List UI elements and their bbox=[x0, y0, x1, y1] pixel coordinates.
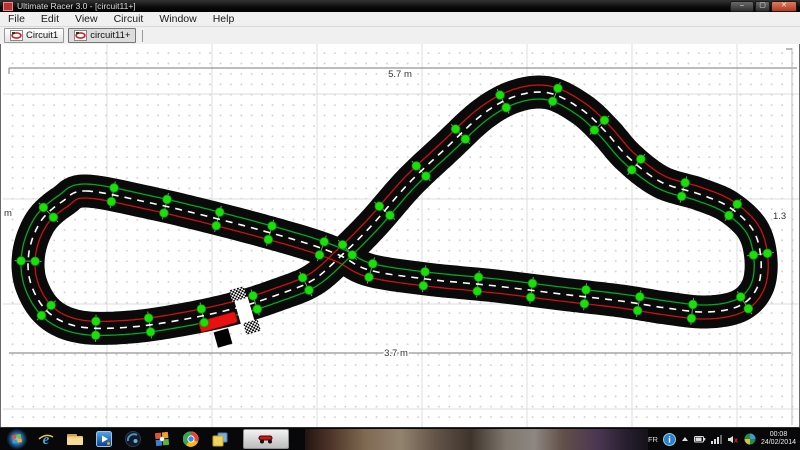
menu-item-window[interactable]: Window bbox=[151, 13, 204, 26]
svg-text:x: x bbox=[734, 437, 738, 444]
window-controls: – ▢ ✕ bbox=[730, 1, 797, 12]
tray-icon-action-center[interactable] bbox=[744, 433, 756, 445]
window-title: Ultimate Racer 3.0 - [circuit11+] bbox=[17, 1, 136, 11]
canvas-grid bbox=[2, 44, 799, 428]
taskbar-icon-app-dark[interactable] bbox=[123, 429, 143, 449]
tab-label: Circuit1 bbox=[26, 30, 58, 41]
tray-icon-hidden-icons[interactable] bbox=[681, 436, 689, 442]
tab-bar: Circuit1 circuit11+ bbox=[0, 27, 800, 45]
menu-bar: FileEditViewCircuitWindowHelp bbox=[0, 12, 800, 27]
taskbar-icon-sticky-notes[interactable] bbox=[210, 429, 230, 449]
tab-separator bbox=[142, 30, 143, 42]
dimension-label-top: 5.7 m bbox=[388, 69, 412, 80]
desktop-wallpaper bbox=[305, 429, 658, 450]
system-tray: FR i x 00:08 24/02/2014 bbox=[648, 428, 798, 450]
tray-icon-volume-muted[interactable]: x bbox=[727, 435, 739, 444]
taskbar-clock[interactable]: 00:08 24/02/2014 bbox=[761, 431, 796, 447]
dimension-label-left: m bbox=[4, 208, 12, 219]
taskbar-icon-media-player[interactable] bbox=[94, 429, 114, 449]
maximize-button[interactable]: ▢ bbox=[755, 1, 770, 12]
language-indicator[interactable]: FR bbox=[648, 435, 658, 444]
taskbar-icon-photo-app[interactable] bbox=[152, 429, 172, 449]
screen: Ultimate Racer 3.0 - [circuit11+] – ▢ ✕ … bbox=[0, 0, 800, 450]
menu-item-edit[interactable]: Edit bbox=[33, 13, 67, 26]
app-icon bbox=[3, 2, 13, 11]
tab-label: circuit11+ bbox=[90, 30, 130, 41]
tray-icon-battery[interactable] bbox=[694, 435, 706, 443]
clock-time: 00:08 bbox=[770, 431, 788, 438]
menu-item-view[interactable]: View bbox=[67, 13, 106, 26]
track-svg[interactable]: 5.7 m 3.7 m m 1.3 bbox=[1, 44, 800, 428]
menu-item-file[interactable]: File bbox=[0, 13, 33, 26]
minimize-button[interactable]: – bbox=[730, 1, 754, 12]
taskbar-icon-start[interactable] bbox=[7, 429, 27, 449]
title-bar: Ultimate Racer 3.0 - [circuit11+] – ▢ ✕ bbox=[0, 0, 800, 12]
taskbar-active-ultimate-racer[interactable] bbox=[243, 429, 289, 449]
menu-item-help[interactable]: Help bbox=[205, 13, 243, 26]
taskbar-icon-chrome[interactable] bbox=[181, 429, 201, 449]
close-button[interactable]: ✕ bbox=[771, 1, 797, 12]
tray-icon-network[interactable] bbox=[711, 435, 722, 444]
taskbar-icon-file-explorer[interactable] bbox=[65, 429, 85, 449]
dimension-label-right: 1.3 bbox=[773, 211, 786, 222]
svg-text:e: e bbox=[43, 432, 50, 448]
tray-icon-messenger-info[interactable]: i bbox=[663, 433, 676, 446]
taskbar: e FR i x 00:08 24/02/2014 bbox=[0, 427, 800, 450]
taskbar-icon-internet-explorer[interactable]: e bbox=[36, 429, 56, 449]
dimension-label-bottom: 3.7 m bbox=[384, 348, 408, 359]
tab-circuit1[interactable]: Circuit1 bbox=[4, 28, 64, 43]
circuit-file-icon bbox=[74, 30, 87, 41]
circuit-file-icon bbox=[10, 30, 23, 41]
clock-date: 24/02/2014 bbox=[761, 439, 796, 446]
circuit-canvas[interactable]: 5.7 m 3.7 m m 1.3 bbox=[0, 44, 800, 428]
tab-circuit11+[interactable]: circuit11+ bbox=[68, 28, 136, 43]
menu-item-circuit[interactable]: Circuit bbox=[106, 13, 152, 26]
